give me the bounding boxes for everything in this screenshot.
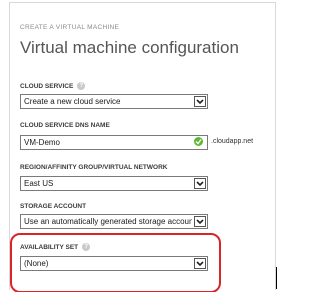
- cloud-service-value: Create a new cloud service: [24, 97, 121, 106]
- dns-suffix: .cloudapp.net: [211, 138, 254, 145]
- dns-name-label-text: CLOUD SERVICE DNS NAME: [20, 122, 110, 129]
- region-value: East US: [24, 179, 54, 188]
- dns-name-label: CLOUD SERVICE DNS NAME: [20, 122, 110, 129]
- check-icon: [194, 137, 203, 146]
- chevron-down-icon[interactable]: [194, 178, 206, 189]
- text-cursor: [276, 267, 277, 289]
- region-label: REGION/AFFINITY GROUP/VIRTUAL NETWORK: [20, 164, 167, 171]
- help-icon[interactable]: ?: [82, 243, 91, 251]
- chevron-down-icon[interactable]: [194, 96, 206, 107]
- availability-set-value: (None): [24, 259, 49, 268]
- help-icon[interactable]: ?: [77, 82, 86, 90]
- vm-config-page: CREATE A VIRTUAL MACHINE Virtual machine…: [0, 0, 286, 292]
- dns-name-value: VM-Demo: [24, 138, 61, 147]
- wizard-subtitle: CREATE A VIRTUAL MACHINE: [20, 24, 120, 31]
- cloud-service-label: CLOUD SERVICE ?: [20, 82, 86, 90]
- storage-select[interactable]: Use an automatically generated storage a…: [20, 214, 208, 229]
- availability-set-label-text: AVAILABILITY SET: [20, 243, 79, 251]
- availability-set-label: AVAILABILITY SET ?: [20, 243, 91, 251]
- storage-value: Use an automatically generated storage a…: [24, 217, 192, 226]
- cloud-service-label-text: CLOUD SERVICE: [20, 82, 74, 90]
- region-label-text: REGION/AFFINITY GROUP/VIRTUAL NETWORK: [20, 164, 168, 171]
- region-select[interactable]: East US: [20, 176, 208, 191]
- storage-label-text: STORAGE ACCOUNT: [20, 203, 87, 210]
- storage-label: STORAGE ACCOUNT: [20, 203, 86, 210]
- page-title: Virtual machine configuration: [20, 38, 239, 57]
- availability-set-select[interactable]: (None): [20, 256, 208, 271]
- dns-name-input[interactable]: VM-Demo: [20, 135, 208, 150]
- cloud-service-select[interactable]: Create a new cloud service: [20, 94, 208, 109]
- chevron-down-icon[interactable]: [194, 258, 206, 269]
- chevron-down-icon[interactable]: [194, 216, 206, 227]
